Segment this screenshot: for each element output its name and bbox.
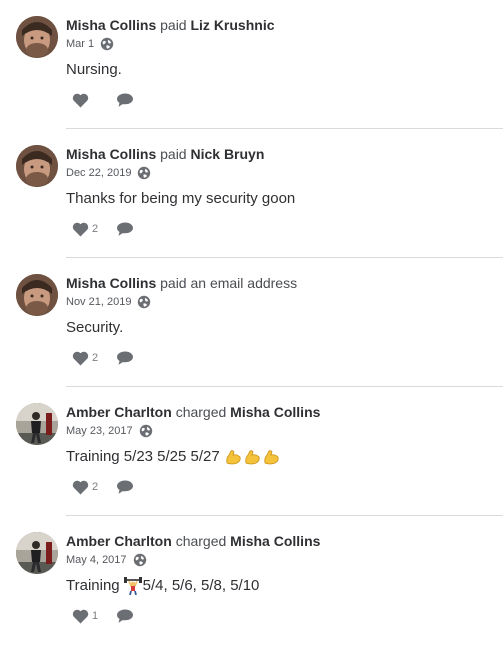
story-meta: May 23, 2017: [66, 423, 153, 439]
like-button[interactable]: 2: [72, 480, 116, 495]
avatar-photo-misha: [16, 16, 58, 58]
story-item: Misha Collins paid an email address Nov …: [0, 258, 503, 387]
story-date[interactable]: May 23, 2017: [66, 425, 133, 437]
like-button[interactable]: 1: [72, 609, 116, 624]
story-date[interactable]: May 4, 2017: [66, 554, 127, 566]
comment-icon: [117, 222, 133, 236]
avatar-photo-misha: [16, 274, 58, 316]
like-count: 2: [92, 352, 99, 364]
story-item: Amber Charlton charged Misha Collins May…: [0, 387, 503, 516]
comment-icon: [117, 609, 133, 623]
globe-icon: [100, 37, 114, 51]
feed: Misha Collins paid Liz Krushnic Mar 1 Nu…: [0, 0, 503, 645]
globe-icon: [139, 424, 152, 438]
weight-lifter-icon: [123, 577, 142, 595]
story-headline: Misha Collins paid Liz Krushnic: [66, 16, 275, 34]
payment-note: Training 5/23 5/25 5/27: [66, 447, 280, 467]
story-verb: charged: [175, 404, 227, 420]
story-meta: Dec 22, 2019: [66, 165, 151, 181]
flexed-biceps-icon: [226, 449, 241, 464]
avatar[interactable]: [16, 532, 58, 574]
story-date[interactable]: Mar 1: [66, 38, 94, 50]
payment-note: Training 5/4, 5/6, 5/8, 5/10: [66, 576, 259, 596]
globe-icon: [138, 295, 151, 309]
actor-name[interactable]: Misha Collins: [66, 17, 156, 33]
heart-icon: [72, 480, 89, 494]
payment-note: Security.: [66, 318, 123, 338]
like-button[interactable]: 2: [72, 222, 116, 237]
note-text: Thanks for being my security goon: [66, 190, 296, 207]
heart-icon: [72, 93, 89, 107]
comment-button[interactable]: [116, 92, 134, 108]
story-item: Amber Charlton charged Misha Collins May…: [0, 516, 503, 645]
target-name[interactable]: Misha Collins: [230, 404, 320, 420]
comment-button[interactable]: [116, 479, 134, 495]
story-actions: [72, 91, 134, 109]
note-prefix: Training: [66, 577, 120, 594]
story-verb: paid: [160, 146, 187, 162]
comment-button[interactable]: [116, 350, 134, 366]
story-meta: Nov 21, 2019: [66, 294, 151, 310]
story-actions: 1: [72, 607, 134, 625]
avatar[interactable]: [16, 16, 58, 58]
comment-button[interactable]: [116, 608, 134, 624]
story-item: Misha Collins paid Liz Krushnic Mar 1 Nu…: [0, 0, 503, 129]
flexed-biceps-icon: [245, 449, 260, 464]
avatar[interactable]: [16, 403, 58, 445]
story-verb: paid: [160, 17, 187, 33]
story-headline: Amber Charlton charged Misha Collins: [66, 403, 320, 421]
avatar[interactable]: [16, 145, 58, 187]
story-date[interactable]: Dec 22, 2019: [66, 167, 131, 179]
payment-note: Nursing.: [66, 60, 122, 80]
story-headline: Misha Collins paid an email address: [66, 274, 297, 292]
target-name[interactable]: Misha Collins: [230, 533, 320, 549]
comment-icon: [117, 351, 133, 365]
heart-icon: [72, 609, 89, 623]
like-button[interactable]: 2: [72, 351, 116, 366]
avatar-photo-amber: [16, 532, 58, 574]
like-count: 2: [92, 481, 99, 493]
story-verb: charged: [175, 533, 227, 549]
globe-icon: [133, 553, 146, 567]
story-headline: Amber Charlton charged Misha Collins: [66, 532, 320, 550]
note-text: Training 5/23 5/25 5/27: [66, 448, 220, 465]
heart-icon: [72, 351, 89, 365]
payment-note: Thanks for being my security goon: [66, 189, 295, 209]
heart-icon: [72, 222, 89, 236]
flexed-biceps-icon: [264, 449, 279, 464]
avatar-photo-misha: [16, 145, 58, 187]
actor-name[interactable]: Amber Charlton: [66, 404, 172, 420]
note-text: Security.: [66, 319, 124, 336]
like-button[interactable]: [72, 93, 116, 108]
note-text: 5/4, 5/6, 5/8, 5/10: [142, 577, 260, 594]
story-verb: paid an email address: [160, 275, 298, 291]
actor-name[interactable]: Misha Collins: [66, 275, 156, 291]
comment-icon: [117, 93, 133, 107]
actor-name[interactable]: Amber Charlton: [66, 533, 172, 549]
avatar[interactable]: [16, 274, 58, 316]
note-text: Nursing.: [66, 61, 122, 78]
story-meta: Mar 1: [66, 36, 114, 52]
story-headline: Misha Collins paid Nick Bruyn: [66, 145, 264, 163]
story-date[interactable]: Nov 21, 2019: [66, 296, 131, 308]
story-item: Misha Collins paid Nick Bruyn Dec 22, 20…: [0, 129, 503, 258]
globe-icon: [138, 166, 151, 180]
target-name[interactable]: Nick Bruyn: [190, 146, 264, 162]
story-actions: 2: [72, 349, 134, 367]
story-meta: May 4, 2017: [66, 552, 147, 568]
like-count: 2: [92, 223, 99, 235]
avatar-photo-amber: [16, 403, 58, 445]
like-count: 1: [92, 610, 99, 622]
story-actions: 2: [72, 220, 134, 238]
comment-icon: [117, 480, 133, 494]
story-actions: 2: [72, 478, 134, 496]
target-name[interactable]: Liz Krushnic: [190, 17, 274, 33]
comment-button[interactable]: [116, 221, 134, 237]
actor-name[interactable]: Misha Collins: [66, 146, 156, 162]
